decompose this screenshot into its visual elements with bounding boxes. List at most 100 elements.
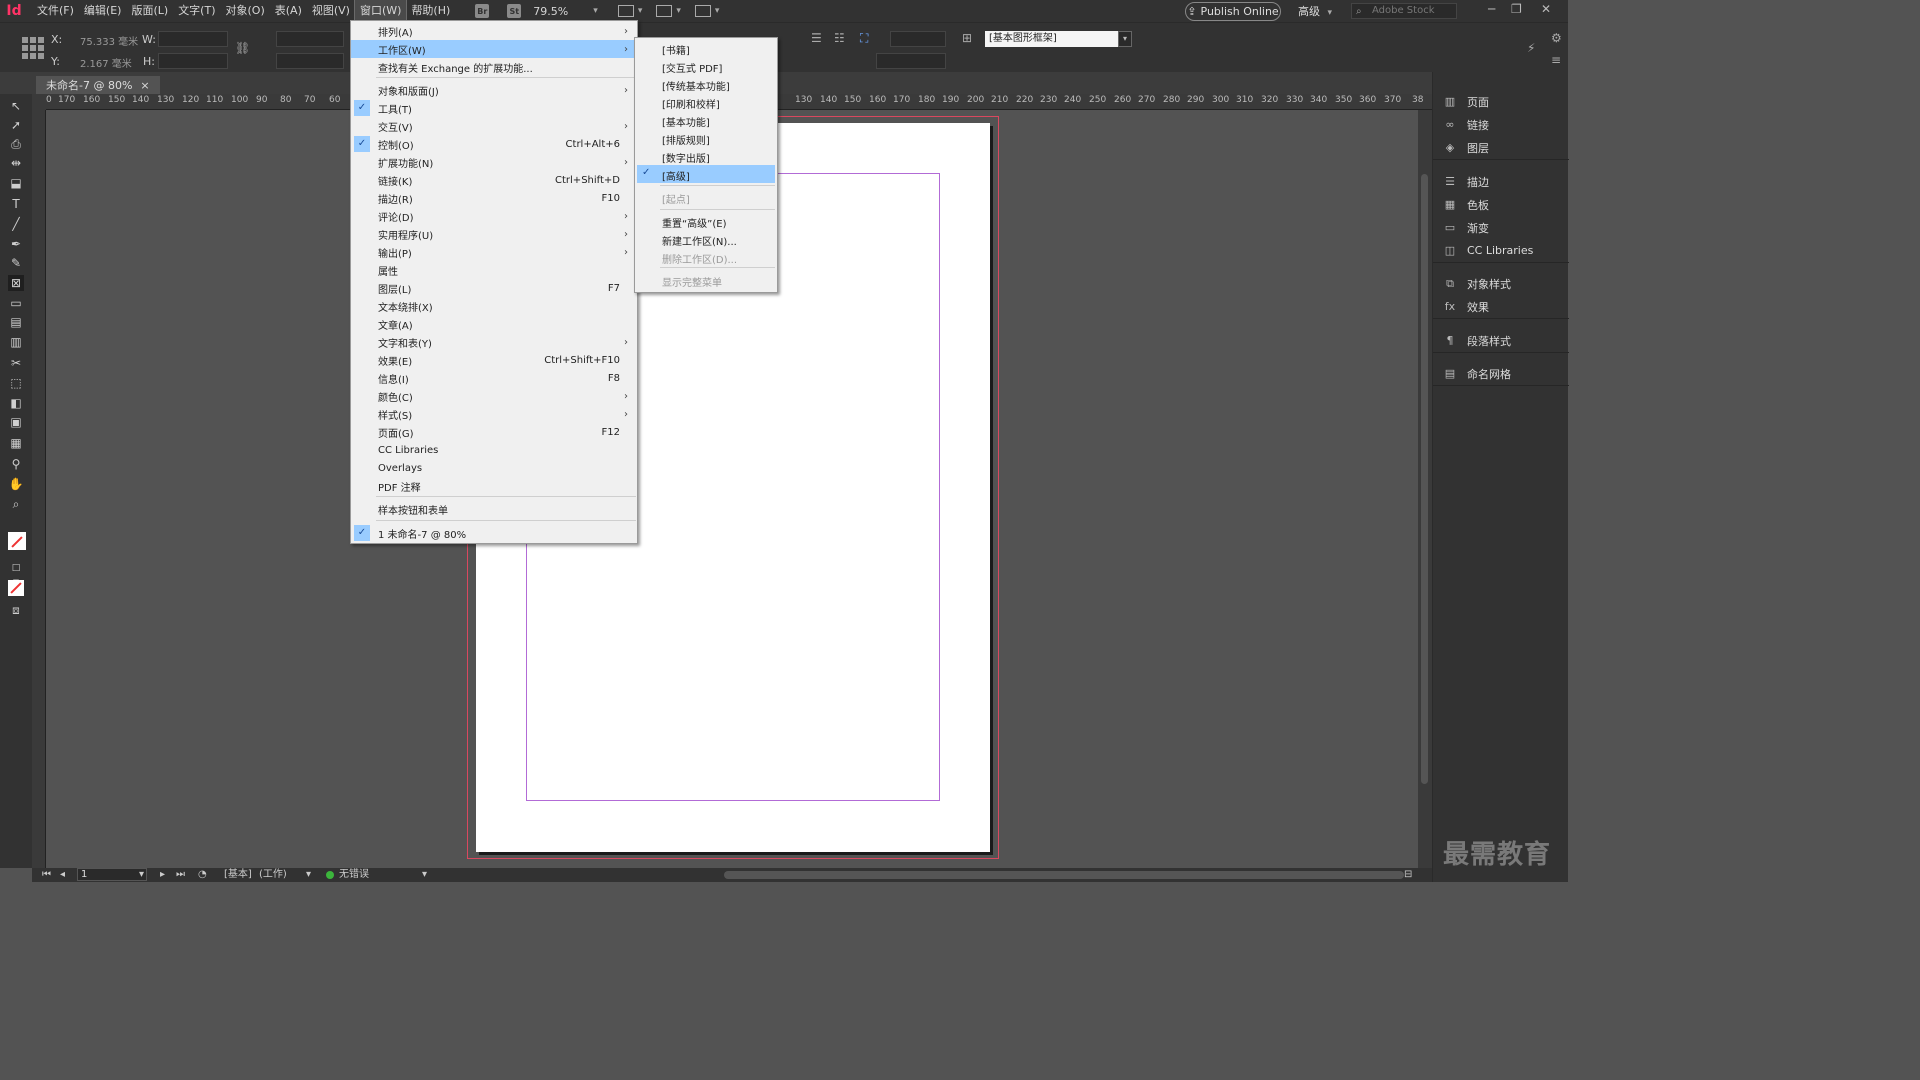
- direct-selection-tool-icon[interactable]: ➚: [8, 117, 24, 133]
- rectangle-frame-tool-icon[interactable]: ⊠: [8, 275, 24, 291]
- window-menu-item[interactable]: 交互(V) ›: [351, 117, 637, 135]
- menu-8[interactable]: 帮助(H): [406, 0, 455, 22]
- pencil-tool-icon[interactable]: ✎: [8, 255, 24, 271]
- type-tool-icon[interactable]: T: [8, 196, 24, 212]
- open-page-icon[interactable]: ◔: [198, 868, 207, 882]
- stroke-weight-field[interactable]: [890, 31, 946, 47]
- menu-0[interactable]: 文件(F): [32, 0, 79, 22]
- window-menu-item[interactable]: 排列(A) ›: [351, 22, 637, 40]
- screen-mode-icon[interactable]: [617, 5, 634, 17]
- width-field[interactable]: [158, 31, 228, 47]
- window-menu-item[interactable]: 属性: [351, 261, 637, 279]
- workspace-menu-item[interactable]: [数字出版]: [635, 147, 777, 165]
- panel-item[interactable]: ▤ 命名网格: [1433, 362, 1569, 385]
- scale-x-field[interactable]: [276, 31, 344, 47]
- close-tab-icon[interactable]: ×: [140, 79, 149, 92]
- window-menu-item[interactable]: 样式(S) ›: [351, 405, 637, 423]
- window-menu-item[interactable]: 效果(E) Ctrl+Shift+F10: [351, 351, 637, 369]
- vertical-ruler[interactable]: [32, 110, 46, 868]
- formatting-container-icon[interactable]: □ T: [8, 560, 24, 589]
- workspace-menu-item[interactable]: [印刷和校样]: [635, 93, 777, 111]
- window-menu-item[interactable]: ✓ 控制(O) Ctrl+Alt+6: [351, 135, 637, 153]
- chevron-down-icon[interactable]: ▾: [715, 6, 720, 16]
- panel-item[interactable]: ◈ 图层: [1433, 136, 1569, 159]
- free-transform-tool-icon[interactable]: ⬚: [8, 375, 24, 391]
- x-field[interactable]: 75.333 毫米: [80, 33, 138, 48]
- window-menu-item[interactable]: 页面(G) F12: [351, 423, 637, 441]
- fill-stroke-icon[interactable]: [8, 532, 26, 550]
- screen-mode-icon[interactable]: ⧈: [8, 602, 24, 618]
- window-menu-item[interactable]: 图层(L) F7: [351, 279, 637, 297]
- stroke-type-field[interactable]: [876, 53, 946, 69]
- panel-item[interactable]: ◫ CC Libraries: [1433, 239, 1569, 262]
- workspace-menu-item[interactable]: [基本功能]: [635, 111, 777, 129]
- window-menu-item[interactable]: 文章(A): [351, 315, 637, 333]
- menu-6[interactable]: 视图(V): [307, 0, 355, 22]
- apply-none-icon[interactable]: [8, 580, 24, 596]
- gradient-swatch-tool-icon[interactable]: ◧: [8, 395, 24, 411]
- panel-item[interactable]: fx 效果: [1433, 295, 1569, 318]
- fit-frame-icon[interactable]: ⛶: [860, 31, 868, 46]
- align-top-icon[interactable]: ☰: [811, 31, 822, 45]
- window-menu-item[interactable]: 对象和版面(J) ›: [351, 81, 637, 99]
- workspace-menu-item[interactable]: 新建工作区(N)...: [635, 230, 777, 248]
- arrange-documents-icon[interactable]: [694, 5, 711, 17]
- menu-3[interactable]: 文字(T): [173, 0, 220, 22]
- scale-y-field[interactable]: [276, 53, 344, 69]
- window-menu-item[interactable]: ✓ 1 未命名-7 @ 80%: [351, 524, 637, 542]
- panel-item[interactable]: ∞ 链接: [1433, 113, 1569, 136]
- quick-apply-icon[interactable]: ⚡: [1527, 41, 1535, 55]
- chevron-down-icon[interactable]: ▾: [1118, 31, 1132, 47]
- height-field[interactable]: [158, 53, 228, 69]
- align-middle-icon[interactable]: ☷: [834, 31, 845, 45]
- panel-item[interactable]: ▥ 页面: [1433, 90, 1569, 113]
- panel-item[interactable]: ☰ 描边: [1433, 170, 1569, 193]
- workspace-menu-item[interactable]: ✓ [高级]: [637, 165, 775, 183]
- close-window-icon[interactable]: ✕: [1541, 2, 1551, 16]
- selection-tool-icon[interactable]: ↖: [8, 98, 24, 114]
- window-menu-item[interactable]: ✓ 工具(T): [351, 99, 637, 117]
- vertical-scrollbar[interactable]: [1418, 110, 1432, 868]
- content-collector-icon[interactable]: ⬓: [8, 175, 24, 191]
- horizontal-grid-tool-icon[interactable]: ▤: [8, 314, 24, 330]
- window-menu-item[interactable]: 工作区(W) ›: [351, 40, 637, 58]
- first-page-icon[interactable]: ⏮: [42, 868, 51, 882]
- panel-menu-icon[interactable]: ≡: [1551, 53, 1561, 67]
- window-menu-item[interactable]: 评论(D) ›: [351, 207, 637, 225]
- reference-point-icon[interactable]: [22, 37, 44, 59]
- line-tool-icon[interactable]: ╱: [8, 216, 24, 232]
- page-tool-icon[interactable]: ⎙: [8, 136, 24, 152]
- chevron-down-icon[interactable]: ▾: [676, 6, 681, 16]
- workspace-menu-item[interactable]: [交互式 PDF]: [635, 57, 777, 75]
- window-menu-item[interactable]: 扩展功能(N) ›: [351, 153, 637, 171]
- workspace-menu-item[interactable]: [排版规则]: [635, 129, 777, 147]
- y-field[interactable]: 2.167 毫米: [80, 55, 132, 70]
- menu-7[interactable]: 窗口(W): [353, 0, 408, 23]
- gap-tool-icon[interactable]: ⇹: [8, 155, 24, 171]
- workspace-switcher[interactable]: 高级 ▾: [1298, 3, 1336, 19]
- window-menu-item[interactable]: 描边(R) F10: [351, 189, 637, 207]
- menu-1[interactable]: 编辑(E): [79, 0, 127, 22]
- scrollbar-thumb[interactable]: [1421, 174, 1428, 784]
- zoom-tool-icon[interactable]: ⌕: [8, 496, 24, 512]
- window-menu-item[interactable]: 查找有关 Exchange 的扩展功能...: [351, 58, 637, 76]
- window-menu-item[interactable]: 样本按钮和表单: [351, 500, 637, 518]
- window-menu-item[interactable]: Overlays: [351, 459, 637, 477]
- window-menu-item[interactable]: PDF 注释: [351, 477, 637, 495]
- chevron-down-icon[interactable]: ▾: [139, 868, 144, 882]
- window-menu-item[interactable]: 实用程序(U) ›: [351, 225, 637, 243]
- panel-item[interactable]: ⧉ 对象样式: [1433, 272, 1569, 295]
- workspace-menu-item[interactable]: [书籍]: [635, 39, 777, 57]
- chevron-down-icon[interactable]: ▾: [593, 6, 598, 16]
- chevron-down-icon[interactable]: ▾: [422, 868, 427, 882]
- restore-icon[interactable]: ❐: [1511, 2, 1522, 16]
- window-menu-item[interactable]: 文本绕排(X): [351, 297, 637, 315]
- page-number-field[interactable]: 1: [77, 868, 147, 881]
- rectangle-tool-icon[interactable]: ▭: [8, 295, 24, 311]
- zoom-level[interactable]: 79.5%: [533, 5, 589, 18]
- next-page-icon[interactable]: ▸: [160, 868, 165, 882]
- menu-4[interactable]: 对象(O): [221, 0, 270, 22]
- window-menu-item[interactable]: 文字和表(Y) ›: [351, 333, 637, 351]
- menu-2[interactable]: 版面(L): [126, 0, 173, 22]
- resize-icon[interactable]: ⊟: [1404, 868, 1412, 882]
